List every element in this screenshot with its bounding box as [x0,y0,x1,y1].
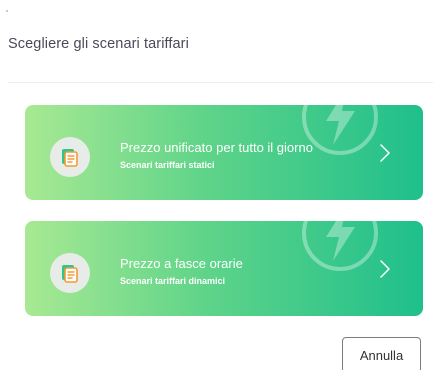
document-icon-badge [50,137,90,177]
tariff-scenario-dialog: Scegliere gli scenari tariffari Prezzo u… [0,0,433,370]
header-divider [8,82,433,83]
document-icon [62,149,78,167]
dialog-title: Scegliere gli scenari tariffari [8,36,189,52]
option-card-time-slot-price[interactable]: Prezzo a fasce orarie Scenari tariffari … [25,221,423,316]
lightning-bolt-icon [302,221,378,271]
option-card-unified-price[interactable]: Prezzo unificato per tutto il giorno Sce… [25,105,423,200]
option-title: Prezzo unificato per tutto il giorno [120,140,313,155]
document-icon [62,265,78,283]
cancel-button[interactable]: Annulla [342,337,421,370]
option-subtitle: Scenari tariffari statici [120,160,215,170]
decorative-dot [6,10,8,12]
chevron-right-icon [380,144,390,162]
option-subtitle: Scenari tariffari dinamici [120,276,226,286]
chevron-right-icon [380,260,390,278]
document-icon-badge [50,253,90,293]
option-title: Prezzo a fasce orarie [120,256,243,271]
